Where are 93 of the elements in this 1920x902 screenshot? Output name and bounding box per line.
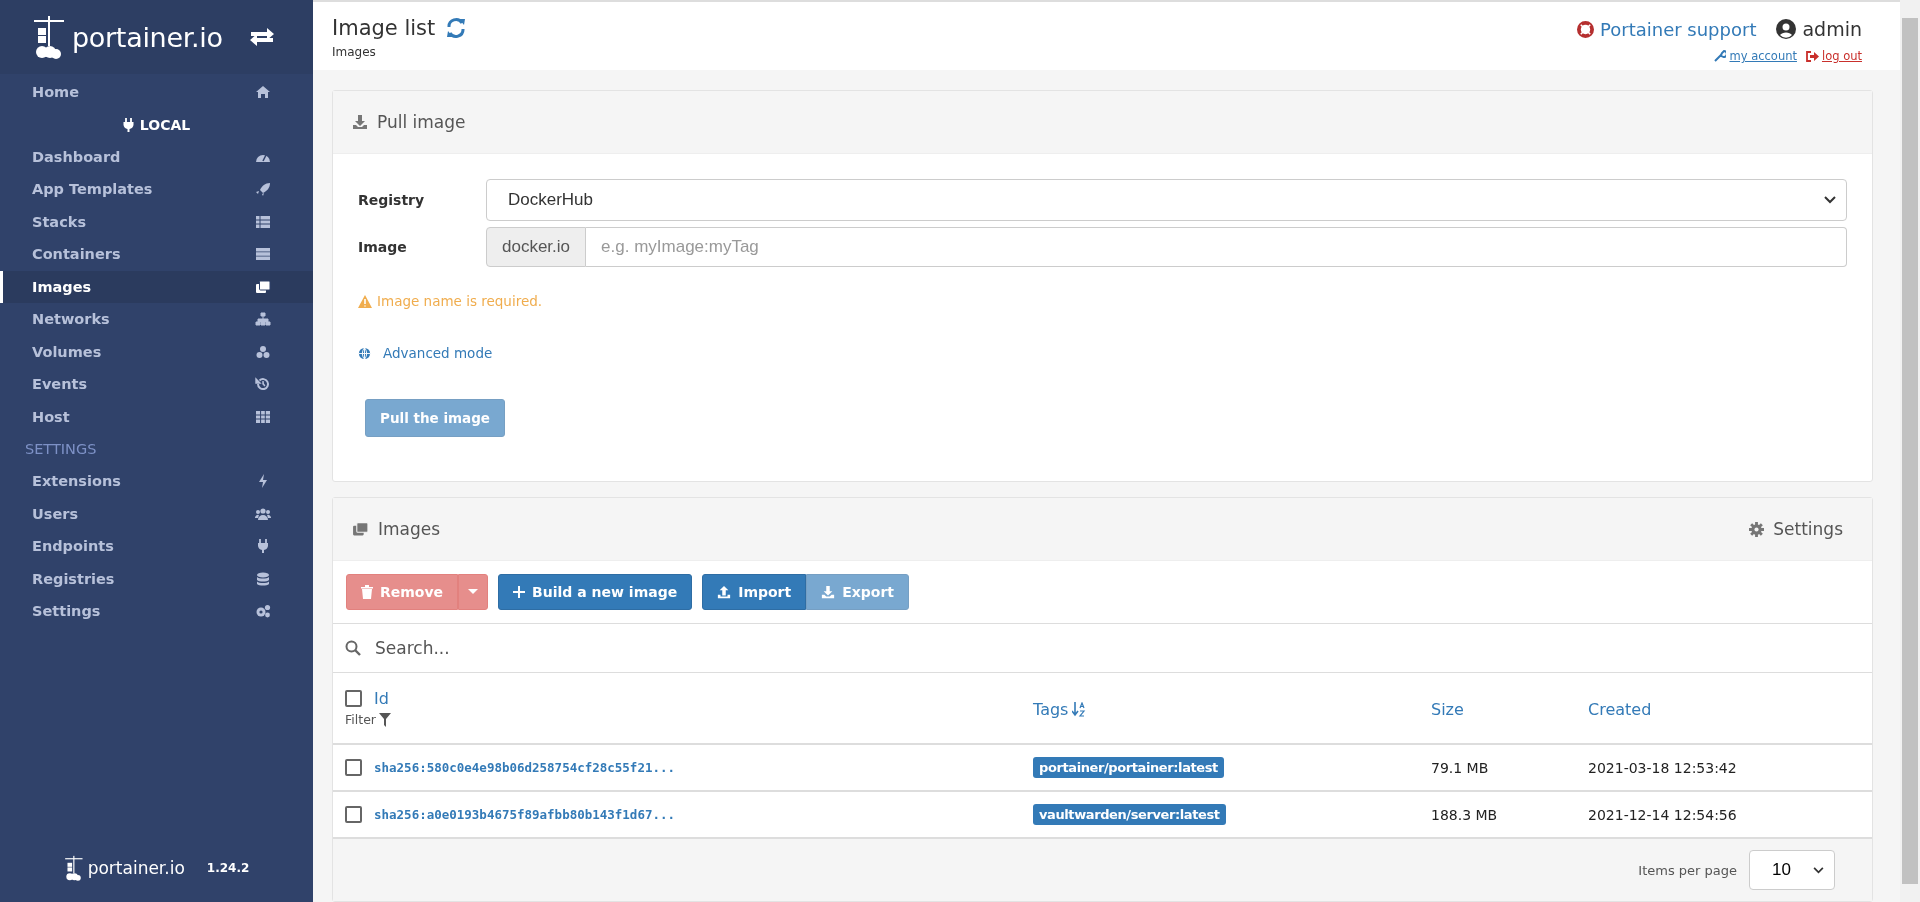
page-title: Image list <box>332 16 436 40</box>
panel-title: Pull image <box>377 112 466 132</box>
lifebuoy-icon <box>1577 20 1594 38</box>
column-header[interactable]: Tags <box>1033 699 1069 719</box>
sidebar-item[interactable]: Images <box>0 270 313 303</box>
download-icon <box>352 114 368 130</box>
sidebar-item[interactable]: App Templates <box>0 173 313 206</box>
history-icon <box>255 377 271 392</box>
database-icon <box>255 571 271 586</box>
sidebar-item[interactable]: Home <box>0 76 313 109</box>
home-icon <box>255 85 271 100</box>
user-avatar-icon <box>1776 19 1797 39</box>
upload-icon <box>717 585 732 599</box>
image-id-link[interactable]: sha256:580c0e4e98b06d258754cf28c55f21... <box>374 760 676 775</box>
settings-label[interactable]: Settings <box>1773 519 1843 539</box>
sidebar-item[interactable]: Events <box>0 368 313 401</box>
endpoint-name: LOCAL <box>139 116 191 133</box>
swap-arrows-icon[interactable] <box>249 27 275 47</box>
filter-icon[interactable] <box>378 712 391 727</box>
support-link[interactable]: Portainer support <box>1600 18 1757 40</box>
chevron-down-icon <box>1813 866 1824 874</box>
crane-logo-icon <box>63 854 86 882</box>
table-cell: 2021-12-14 12:54:56 <box>1588 807 1737 823</box>
chevron-down-icon <box>1824 196 1836 204</box>
image-id-link[interactable]: sha256:a0e0193b4675f89afbb80b143f1d67... <box>374 807 676 822</box>
brand-name: portainer.io <box>72 21 223 53</box>
plug-icon <box>255 539 271 554</box>
sitemap-icon <box>255 312 271 327</box>
users-icon <box>255 506 271 521</box>
sidebar-item[interactable]: Volumes <box>0 335 313 368</box>
image-name-field[interactable]: e.g. myImage:myTag <box>586 227 1847 267</box>
plug-icon <box>122 117 134 132</box>
sort-icon[interactable] <box>1072 701 1087 717</box>
input-addon: docker.io <box>486 227 587 267</box>
items-per-page-select[interactable]: 10 <box>1749 850 1835 890</box>
row-checkbox[interactable] <box>345 759 362 776</box>
sidebar-item[interactable]: Containers <box>0 238 313 271</box>
list-icon <box>255 214 271 229</box>
table-cell: 79.1 MB <box>1431 760 1489 776</box>
wrench-icon <box>1714 50 1727 62</box>
sidebar-item[interactable]: Dashboard <box>0 140 313 173</box>
sidebar-item[interactable]: Networks <box>0 303 313 336</box>
settings-icon[interactable] <box>1749 521 1765 537</box>
rocket-icon <box>255 182 271 197</box>
footer-brand: portainer.io <box>87 858 185 878</box>
copy-icon <box>255 279 271 294</box>
items-per-page-label: Items per page <box>1638 862 1737 878</box>
sidebar-item[interactable]: Endpoints <box>0 530 313 563</box>
sign-out-icon <box>1805 50 1819 62</box>
column-header[interactable]: Size <box>1431 699 1464 719</box>
row-checkbox[interactable] <box>345 806 362 823</box>
validation-message: Image name is required. <box>377 293 543 309</box>
filter-label[interactable]: Filter <box>345 712 376 727</box>
panel-title: Images <box>378 519 441 539</box>
sidebar-item[interactable]: Settings <box>0 595 313 628</box>
my-account-link[interactable]: my account <box>1729 49 1797 63</box>
advanced-mode-link[interactable]: Advanced mode <box>383 345 493 361</box>
field-label: Image <box>358 239 408 255</box>
cubes-icon <box>255 344 271 359</box>
download-icon <box>821 585 836 599</box>
grid-icon <box>255 409 271 424</box>
column-header[interactable]: Created <box>1588 699 1652 719</box>
registry-select[interactable]: DockerHub <box>486 179 1847 221</box>
column-header[interactable]: Id <box>374 689 389 708</box>
image-tag: vaultwarden/server:latest <box>1033 804 1226 825</box>
server-icon <box>255 247 271 262</box>
sidebar-item[interactable]: Host <box>0 400 313 433</box>
search-icon <box>345 640 361 656</box>
cogs-icon <box>255 604 271 619</box>
sidebar-item[interactable]: Stacks <box>0 205 313 238</box>
build-image-button[interactable]: Build a new image <box>498 574 693 610</box>
sidebar-section-heading: SETTINGS <box>24 440 98 459</box>
table-cell: 2021-03-18 12:53:42 <box>1588 760 1737 776</box>
refresh-icon[interactable] <box>445 17 468 39</box>
sidebar-item[interactable]: Extensions <box>0 465 313 498</box>
sidebar-item[interactable]: Registries <box>0 562 313 595</box>
breadcrumb: Images <box>332 45 377 59</box>
warning-icon <box>358 294 372 308</box>
field-label: Registry <box>358 192 426 208</box>
select-all-checkbox[interactable] <box>345 690 362 707</box>
version-label: 1.24.2 <box>206 861 250 875</box>
log-out-link[interactable]: log out <box>1821 49 1862 63</box>
copy-icon <box>352 521 369 537</box>
table-cell: 188.3 MB <box>1431 807 1498 823</box>
sidebar-item[interactable]: Users <box>0 497 313 530</box>
import-button[interactable]: Import <box>702 574 807 610</box>
plus-icon <box>513 586 526 598</box>
caret-icon <box>468 589 479 595</box>
user-name: admin <box>1802 18 1862 40</box>
globe-icon <box>358 346 371 360</box>
trash-icon <box>361 585 373 599</box>
scrollbar[interactable] <box>1900 0 1920 902</box>
image-tag: portainer/portainer:latest <box>1033 757 1224 778</box>
